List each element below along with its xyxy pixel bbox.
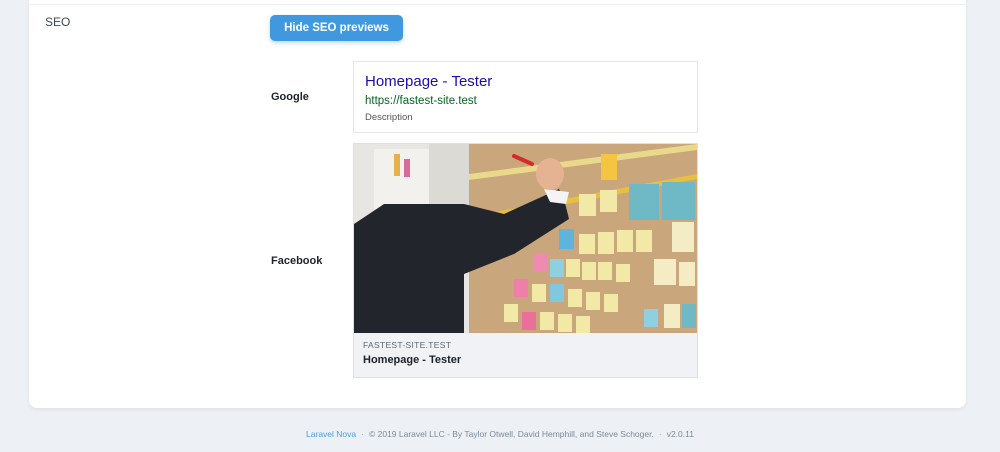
google-preview-card: Homepage - Tester https://fastest-site.t…	[353, 61, 698, 133]
seo-field-label: SEO	[45, 15, 71, 29]
footer-separator: ·	[658, 429, 662, 439]
laravel-nova-link[interactable]: Laravel Nova	[306, 429, 356, 439]
google-preview-label: Google	[271, 91, 309, 103]
footer-version: v2.0.11	[666, 429, 694, 439]
facebook-preview-domain: FASTEST-SITE.TEST	[363, 340, 452, 350]
hide-seo-previews-button[interactable]: Hide SEO previews	[270, 15, 403, 41]
section-divider	[29, 4, 976, 5]
google-preview-url: https://fastest-site.test	[365, 95, 477, 107]
facebook-preview-image	[354, 144, 697, 333]
footer-separator: ·	[361, 429, 364, 439]
google-preview-description: Description	[365, 112, 413, 123]
google-preview-title[interactable]: Homepage - Tester	[365, 73, 686, 91]
footer-copyright: © 2019 Laravel LLC - By Taylor Otwell, D…	[368, 429, 654, 439]
facebook-preview-title[interactable]: Homepage - Tester	[363, 354, 461, 366]
facebook-preview-label: Facebook	[271, 255, 323, 267]
facebook-preview-card: FASTEST-SITE.TEST Homepage - Tester	[353, 143, 698, 378]
footer: Laravel Nova · © 2019 Laravel LLC - By Tay…	[0, 429, 1000, 439]
